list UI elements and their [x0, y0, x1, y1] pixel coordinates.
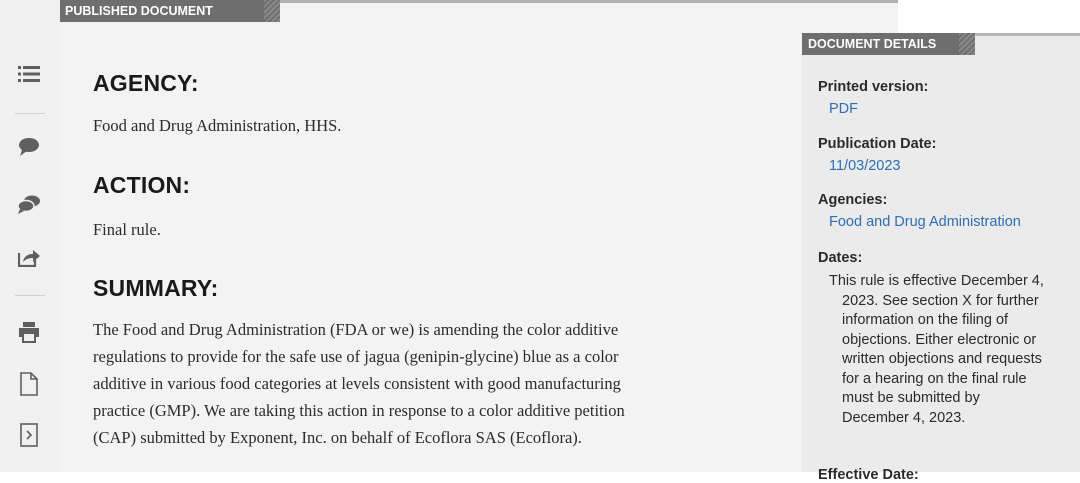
dates-line: must be submitted by	[842, 390, 980, 406]
publication-date-link[interactable]: 11/03/2023	[829, 158, 901, 174]
dates-line: objections. Either electronic or	[842, 331, 1037, 348]
print-icon[interactable]	[17, 320, 41, 344]
document-details-panel: DOCUMENT DETAILS Printed version: PDF Pu…	[802, 33, 1080, 483]
dates-line: This rule is effective December 4,	[829, 273, 1044, 289]
summary-line: (CAP) submitted by Exponent, Inc. on beh…	[93, 428, 582, 447]
next-document-icon[interactable]	[17, 423, 41, 447]
document-details-tab: DOCUMENT DETAILS	[802, 33, 975, 55]
summary-text: The Food and Drug Administration (FDA or…	[93, 316, 793, 451]
dates-text: This rule is effective December 4, 2023.…	[818, 272, 1073, 428]
summary-line: regulations to provide for the safe use …	[93, 347, 619, 366]
list-icon[interactable]	[17, 62, 41, 86]
dates-label: Dates:	[818, 250, 863, 266]
dates-line: December 4, 2023.	[842, 409, 966, 426]
dates-line: information on the filing of	[842, 312, 1009, 328]
agencies-label: Agencies:	[818, 192, 888, 208]
published-document-panel: PUBLISHED DOCUMENT AGENCY: Food and Drug…	[60, 0, 898, 472]
published-document-tab: PUBLISHED DOCUMENT	[60, 0, 280, 22]
effective-date-label: Effective Date:	[818, 467, 919, 483]
agency-heading: AGENCY:	[93, 70, 199, 96]
agency-text: Food and Drug Administration, HHS.	[93, 116, 342, 135]
agency-link[interactable]: Food and Drug Administration	[829, 214, 1021, 230]
summary-heading: SUMMARY:	[93, 275, 219, 301]
sidebar-divider	[15, 295, 45, 296]
action-heading: ACTION:	[93, 172, 191, 198]
dates-line: written objections and requests	[842, 351, 1042, 367]
summary-line: additive in various food categories at l…	[93, 374, 621, 393]
summary-line: practice (GMP). We are taking this actio…	[93, 401, 625, 420]
dates-line: 2023. See section X for further	[842, 292, 1039, 309]
summary-line: The Food and Drug Administration (FDA or…	[93, 320, 619, 339]
dates-line: for a hearing on the final rule	[842, 370, 1027, 387]
sidebar-divider	[15, 113, 45, 114]
pdf-link[interactable]: PDF	[829, 101, 858, 117]
publication-date-label: Publication Date:	[818, 136, 937, 152]
document-icon[interactable]	[17, 372, 41, 396]
left-sidebar	[0, 0, 60, 472]
comment-icon[interactable]	[17, 135, 41, 159]
printed-version-label: Printed version:	[818, 79, 929, 95]
action-text: Final rule.	[93, 220, 161, 239]
comments-icon[interactable]	[17, 192, 41, 216]
share-icon[interactable]	[17, 245, 41, 269]
